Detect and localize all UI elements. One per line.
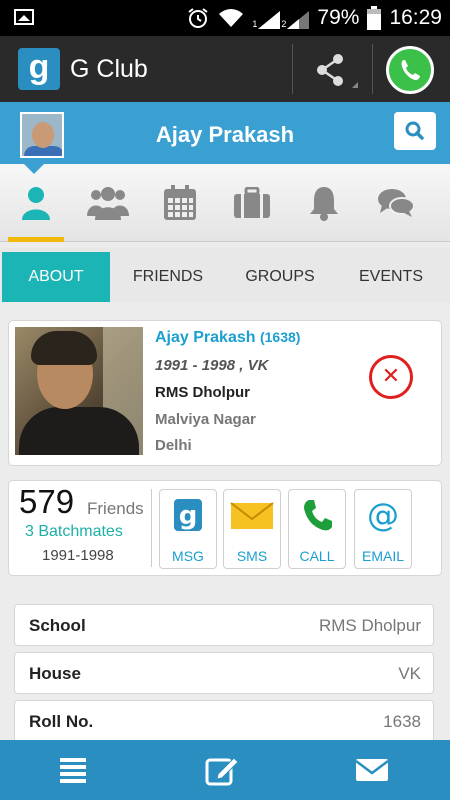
person-icon: [22, 187, 50, 220]
gallery-notification-icon: [14, 9, 34, 25]
section-tabs: ABOUT FRIENDS GROUPS EVENTS: [0, 248, 450, 302]
whatsapp-icon: [401, 60, 420, 80]
icon-tab-bar: [0, 164, 450, 242]
profile-area: Malviya Nagar: [155, 411, 256, 428]
status-icons: 1 2 79% 16:29: [186, 0, 442, 36]
edit-icon: [205, 757, 239, 786]
profile-header-name: Ajay Prakash: [155, 122, 295, 147]
tab-friends-list[interactable]: FRIENDS: [112, 252, 224, 302]
info-label: Roll No.: [29, 712, 94, 731]
profile-batch: 1991 - 1998 , VK: [155, 357, 269, 374]
at-sign-icon: @: [367, 498, 399, 532]
close-icon: ✕: [381, 363, 401, 388]
status-bar: 1 2 79% 16:29: [0, 0, 450, 36]
alarm-icon: [188, 8, 208, 28]
info-row-house: House VK: [14, 652, 434, 694]
battery-percent: 79%: [317, 6, 360, 29]
profile-photo[interactable]: [15, 327, 143, 455]
menu-icon: [60, 758, 86, 783]
info-value: 1638: [383, 712, 421, 731]
msg-button[interactable]: g MSG: [159, 489, 217, 569]
sim-2-label: 2: [281, 19, 287, 29]
menu-button[interactable]: [56, 754, 92, 786]
profile-name-line[interactable]: Ajay Prakash (1638): [155, 329, 300, 347]
battery-icon: [367, 6, 382, 30]
email-label: EMAIL: [361, 548, 404, 564]
phone-icon: [304, 500, 332, 531]
batch-years: 1991-1998: [42, 547, 114, 564]
profile-city: Delhi: [155, 437, 192, 454]
divider: [292, 44, 293, 94]
sim-1-label: 1: [252, 19, 258, 29]
info-label: House: [29, 664, 81, 683]
signal-icon: 1 2: [252, 7, 310, 29]
profile-name[interactable]: Ajay Prakash: [155, 329, 256, 346]
tab-messages[interactable]: [360, 164, 432, 242]
tab-about[interactable]: ABOUT: [2, 252, 110, 302]
sms-label: SMS: [236, 548, 268, 564]
envelope-icon: [230, 502, 274, 529]
info-value: VK: [398, 664, 421, 683]
svg-text:@: @: [367, 498, 399, 532]
app-logo[interactable]: g: [18, 48, 60, 90]
calendar-icon: [164, 185, 196, 220]
remove-button[interactable]: ✕: [369, 355, 413, 399]
call-button[interactable]: CALL: [288, 489, 346, 569]
mail-icon: [355, 759, 389, 781]
profile-id: (1638): [259, 329, 301, 345]
chat-icon: [378, 189, 415, 217]
tab-notifications[interactable]: [288, 164, 360, 242]
wifi-icon: [219, 9, 244, 27]
bell-icon: [310, 187, 338, 221]
friends-label: Friends: [87, 499, 144, 518]
email-button[interactable]: @ EMAIL: [354, 489, 412, 569]
whatsapp-button[interactable]: [386, 46, 434, 94]
info-label: School: [29, 616, 86, 635]
call-label: CALL: [299, 548, 335, 564]
search-button[interactable]: [394, 112, 436, 150]
group-icon: [87, 187, 129, 220]
gclub-message-icon: g: [174, 499, 202, 531]
app-bar: g G Club: [0, 36, 450, 102]
app-title: G Club: [70, 55, 148, 83]
header-pointer: [24, 164, 44, 174]
tab-groups[interactable]: GROUPS: [224, 252, 336, 302]
tab-calendar[interactable]: [144, 164, 216, 242]
tab-friends[interactable]: [72, 164, 144, 242]
search-icon: [405, 121, 424, 140]
sms-button[interactable]: SMS: [223, 489, 281, 569]
msg-label: MSG: [172, 548, 204, 564]
profile-card: Ajay Prakash (1638) 1991 - 1998 , VK RMS…: [8, 320, 442, 466]
stats-card: 579 Friends 3 Batchmates 1991-1998 g MSG…: [8, 480, 442, 576]
friends-count: 579: [19, 483, 75, 520]
batchmates-link[interactable]: 3 Batchmates: [25, 523, 123, 541]
info-value: RMS Dholpur: [318, 616, 421, 635]
share-button[interactable]: [300, 50, 360, 90]
tab-events[interactable]: EVENTS: [336, 252, 446, 302]
tab-profile[interactable]: [0, 164, 72, 242]
svg-text:g: g: [179, 501, 198, 531]
info-row-roll: Roll No. 1638: [14, 700, 434, 742]
inbox-button[interactable]: [354, 754, 390, 786]
tab-jobs[interactable]: [216, 164, 288, 242]
bottom-bar: [0, 740, 450, 800]
info-row-school: School RMS Dholpur: [14, 604, 434, 646]
clock: 16:29: [389, 6, 442, 29]
profile-school: RMS Dholpur: [155, 384, 250, 401]
profile-header: Ajay Prakash: [0, 102, 450, 164]
share-icon: [317, 54, 358, 88]
divider: [151, 489, 152, 567]
divider: [372, 44, 373, 94]
compose-button[interactable]: [204, 754, 240, 786]
briefcase-icon: [234, 187, 270, 218]
